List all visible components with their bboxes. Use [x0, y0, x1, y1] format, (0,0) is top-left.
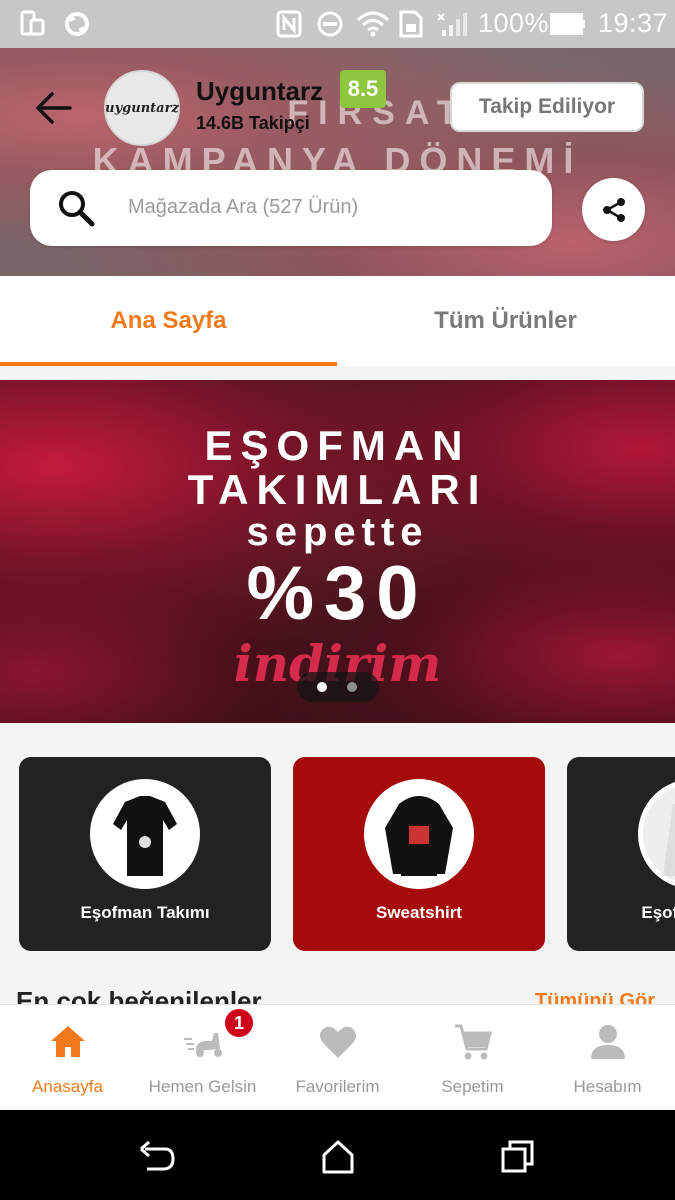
category-image	[90, 779, 200, 889]
share-icon	[602, 197, 625, 222]
store-tabs: Ana Sayfa Tüm Ürünler	[0, 276, 675, 366]
store-logo-text: uyguntarz	[105, 100, 179, 116]
system-navigation-bar	[0, 1110, 675, 1200]
active-tab-indicator	[0, 362, 337, 366]
nav-account[interactable]: Hesabım	[540, 1005, 675, 1111]
system-recents-icon[interactable]	[498, 1137, 538, 1177]
cart-icon	[455, 1024, 492, 1060]
promo-line-3: sepette	[246, 510, 429, 554]
promo-banner[interactable]: EŞOFMAN TAKIMLARI sepette %30 indirim	[0, 380, 675, 723]
user-icon	[591, 1025, 625, 1059]
delivery-badge: 1	[223, 1007, 255, 1039]
back-arrow-icon[interactable]	[28, 86, 78, 130]
nav-label: Favorilerim	[295, 1077, 380, 1096]
category-label: Eşofman Takımı	[80, 903, 210, 922]
sync-icon	[65, 12, 89, 36]
share-button[interactable]	[582, 178, 645, 241]
category-image	[364, 779, 474, 889]
store-search-input[interactable]: Mağazada Ara (527 Ürün)	[30, 170, 552, 246]
bottom-navigation: Anasayfa 1 Hemen Gelsin Favorilerim Sepe…	[0, 1004, 675, 1110]
tab-all-products[interactable]: Tüm Ürünler	[337, 276, 674, 366]
battery-percentage: 100%	[478, 8, 550, 38]
promo-line-1: EŞOFMAN	[204, 422, 471, 469]
store-header: FIRSAT KAMPANYA DÖNEMİ uyguntarz Uygunta…	[0, 48, 675, 276]
nav-quick-delivery[interactable]: 1 Hemen Gelsin	[135, 1005, 270, 1111]
nav-label: Hesabım	[573, 1077, 642, 1096]
store-name: Uyguntarz	[196, 76, 324, 106]
home-icon	[51, 1026, 85, 1057]
nav-label: Sepetim	[441, 1077, 504, 1096]
system-home-icon[interactable]	[318, 1137, 358, 1177]
promo-line-4: %30	[246, 551, 429, 636]
clock: 19:37	[598, 8, 669, 38]
follow-button[interactable]: Takip Ediliyor	[450, 82, 644, 132]
heart-icon	[320, 1026, 356, 1058]
category-label: Sweatshirt	[376, 903, 462, 922]
nav-cart[interactable]: Sepetim	[405, 1005, 540, 1111]
store-rating-badge: 8.5	[340, 70, 386, 108]
do-not-disturb-icon	[317, 11, 343, 37]
category-label: Eşofman Altı	[641, 903, 675, 922]
carousel-dots	[297, 672, 379, 702]
status-bar: 100% 19:37	[0, 0, 675, 48]
search-icon	[59, 191, 95, 227]
category-card-esofman[interactable]: Eşofman Takımı	[19, 757, 271, 951]
sim-icon	[399, 10, 423, 38]
nav-favorites[interactable]: Favorilerim	[270, 1005, 405, 1111]
category-image	[638, 779, 675, 889]
category-card-partial[interactable]: Eşofman Altı	[567, 757, 675, 951]
store-logo[interactable]: uyguntarz	[104, 70, 180, 146]
wifi-icon	[356, 11, 390, 37]
nav-label: Anasayfa	[32, 1077, 103, 1096]
nfc-icon	[276, 10, 302, 38]
battery-icon	[550, 13, 585, 35]
category-card-sweatshirt[interactable]: Sweatshirt	[293, 757, 545, 951]
nav-home[interactable]: Anasayfa	[0, 1005, 135, 1111]
system-back-icon[interactable]	[137, 1137, 177, 1177]
follower-count: 14.6B Takipçi	[196, 113, 310, 133]
promo-line-2: TAKIMLARI	[187, 466, 488, 513]
search-placeholder: Mağazada Ara (527 Ürün)	[128, 196, 359, 218]
carousel-dot-active[interactable]	[317, 682, 327, 692]
screen-rotate-icon	[20, 10, 45, 36]
tab-home[interactable]: Ana Sayfa	[0, 276, 337, 366]
carousel-dot[interactable]	[347, 682, 357, 692]
nav-label: Hemen Gelsin	[148, 1077, 257, 1096]
signal-icon	[437, 13, 467, 36]
